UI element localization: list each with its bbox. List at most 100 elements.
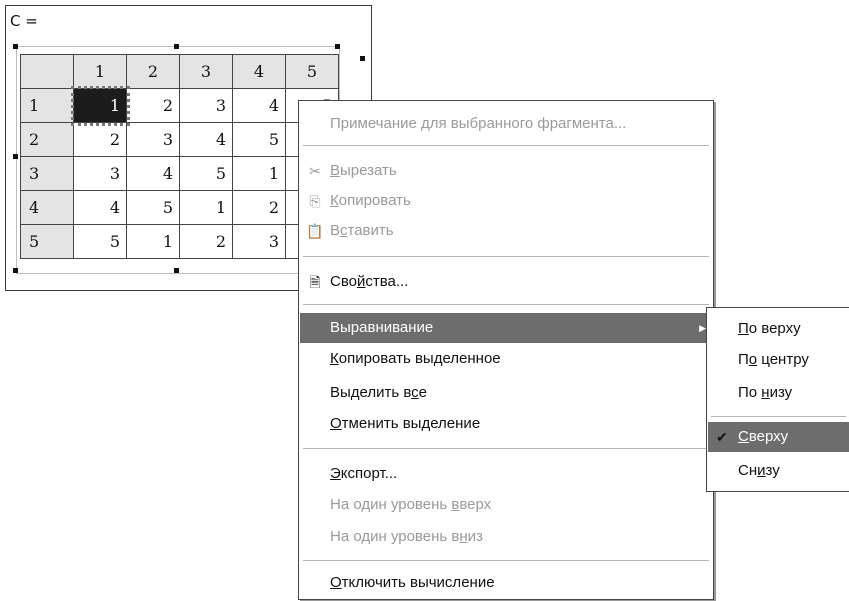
col-header[interactable]: 4: [232, 54, 286, 89]
matrix-grid[interactable]: 1 2 3 4 5 1 1 2 3 4 5 2 2 3 4 5 3 3 4 5 …: [20, 54, 339, 259]
menu-item-disable-calc[interactable]: Отключить вычисление: [300, 568, 712, 598]
submenu-item-top[interactable]: По верху: [708, 314, 849, 344]
label-part: Выделить в: [330, 384, 412, 401]
label-accel: Э: [330, 465, 341, 482]
grid-cell[interactable]: 4: [232, 88, 286, 123]
col-header[interactable]: 2: [126, 54, 180, 89]
grid-cell[interactable]: 2: [73, 122, 127, 157]
label-part: центру: [757, 351, 809, 368]
resize-handle[interactable]: [335, 44, 340, 49]
resize-handle[interactable]: [13, 268, 18, 273]
label-part: зу: [765, 462, 780, 479]
menu-separator: [303, 145, 709, 146]
col-header[interactable]: 5: [285, 54, 339, 89]
label-accel: н: [761, 384, 770, 401]
grid-cell[interactable]: 5: [232, 122, 286, 157]
menu-item-select-all[interactable]: Выделить все: [300, 378, 712, 408]
menu-item-export[interactable]: Экспорт...: [300, 459, 712, 489]
label-part: ства...: [365, 273, 409, 290]
menu-item-copy[interactable]: ⎘ Копировать: [300, 186, 712, 216]
grid-cell[interactable]: 5: [126, 190, 180, 225]
submenu-item-bottom[interactable]: По низу: [708, 378, 849, 408]
active-cell[interactable]: 1: [70, 85, 130, 126]
label-part: П: [738, 351, 749, 368]
label-accel: О: [330, 574, 342, 591]
row-header[interactable]: 1: [20, 88, 74, 123]
menu-item-label: Примечание для выбранного фрагмента...: [330, 115, 627, 132]
menu-item-copy-selected[interactable]: Копировать выделенное: [300, 344, 712, 374]
label-part: о верху: [748, 320, 801, 337]
resize-handle[interactable]: [174, 44, 179, 49]
label-accel: н: [459, 528, 468, 545]
menu-item-label: Выравнивание: [330, 319, 434, 336]
submenu-arrow-icon: ▶: [699, 323, 706, 333]
label-part: На один уровень: [330, 496, 452, 513]
menu-item-deselect[interactable]: Отменить выделение: [300, 409, 712, 439]
grid-cell[interactable]: 4: [73, 190, 127, 225]
grid-cell[interactable]: 2: [126, 88, 180, 123]
grid-cell[interactable]: 3: [126, 122, 180, 157]
grid-cell[interactable]: 5: [179, 156, 233, 191]
menu-item-level-down[interactable]: На один уровень вниз: [300, 522, 712, 552]
label-accel: П: [738, 320, 749, 337]
col-header[interactable]: 3: [179, 54, 233, 89]
label-part: е: [418, 384, 428, 401]
label-part: ырезать: [340, 162, 397, 179]
align-submenu: По верху По центру По низу ✔ Сверху Сниз…: [706, 307, 849, 492]
grid-cell[interactable]: 3: [179, 88, 233, 123]
copy-icon: ⎘: [309, 193, 321, 209]
submenu-item-above[interactable]: ✔ Сверху: [708, 422, 849, 452]
row-header[interactable]: 3: [20, 156, 74, 191]
resize-handle[interactable]: [174, 268, 179, 273]
col-header[interactable]: 1: [73, 54, 127, 89]
label-accel: с: [411, 384, 419, 401]
grid-cell[interactable]: 1: [179, 190, 233, 225]
label-part: опировать выделенное: [338, 350, 501, 367]
menu-item-note[interactable]: Примечание для выбранного фрагмента...: [300, 109, 712, 139]
grid-cell[interactable]: 5: [73, 224, 127, 259]
grid-cell[interactable]: 2: [179, 224, 233, 259]
submenu-item-center[interactable]: По центру: [708, 345, 849, 375]
menu-separator: [711, 416, 846, 417]
label-part: верх: [459, 496, 492, 513]
submenu-item-below[interactable]: Снизу: [708, 456, 849, 486]
grid-cell[interactable]: 3: [232, 224, 286, 259]
row-header[interactable]: 5: [20, 224, 74, 259]
resize-handle[interactable]: [360, 56, 365, 61]
menu-separator: [303, 256, 709, 257]
label-part: По: [738, 384, 762, 401]
menu-item-level-up[interactable]: На один уровень вверх: [300, 490, 712, 520]
grid-cell[interactable]: 4: [126, 156, 180, 191]
grid-cell[interactable]: 4: [179, 122, 233, 157]
row-header[interactable]: 2: [20, 122, 74, 157]
menu-item-cut[interactable]: ✂ Вырезать: [300, 156, 712, 186]
context-menu: Примечание для выбранного фрагмента... ✂…: [298, 100, 714, 600]
grid-cell[interactable]: 2: [232, 190, 286, 225]
label-accel: О: [330, 415, 342, 432]
menu-item-properties[interactable]: 🗎 Свойства...: [300, 267, 712, 297]
label-accel: К: [330, 192, 339, 209]
grid-corner: [20, 54, 74, 89]
grid-cell[interactable]: 3: [73, 156, 127, 191]
label-part: Сво: [330, 273, 357, 290]
menu-item-align[interactable]: Выравнивание ▶: [300, 313, 712, 343]
label-accel: и: [757, 462, 766, 479]
menu-separator: [303, 560, 709, 561]
properties-icon: 🗎: [309, 274, 321, 290]
label-accel: К: [330, 350, 339, 367]
label-part: из: [467, 528, 483, 545]
menu-item-paste[interactable]: 📋 Вставить: [300, 216, 712, 246]
label-part: тключить вычисление: [341, 574, 495, 591]
label-part: кспорт...: [340, 465, 398, 482]
resize-handle[interactable]: [13, 44, 18, 49]
row-header[interactable]: 4: [20, 190, 74, 225]
grid-cell[interactable]: 1: [232, 156, 286, 191]
resize-handle[interactable]: [13, 154, 18, 159]
label-part: опировать: [338, 192, 411, 209]
grid-cell[interactable]: 1: [126, 224, 180, 259]
label-part: верху: [748, 428, 789, 445]
label-part: тавить: [347, 222, 394, 239]
menu-separator: [303, 304, 709, 305]
label-part: На один уровень в: [330, 528, 460, 545]
label-accel: о: [748, 351, 758, 368]
